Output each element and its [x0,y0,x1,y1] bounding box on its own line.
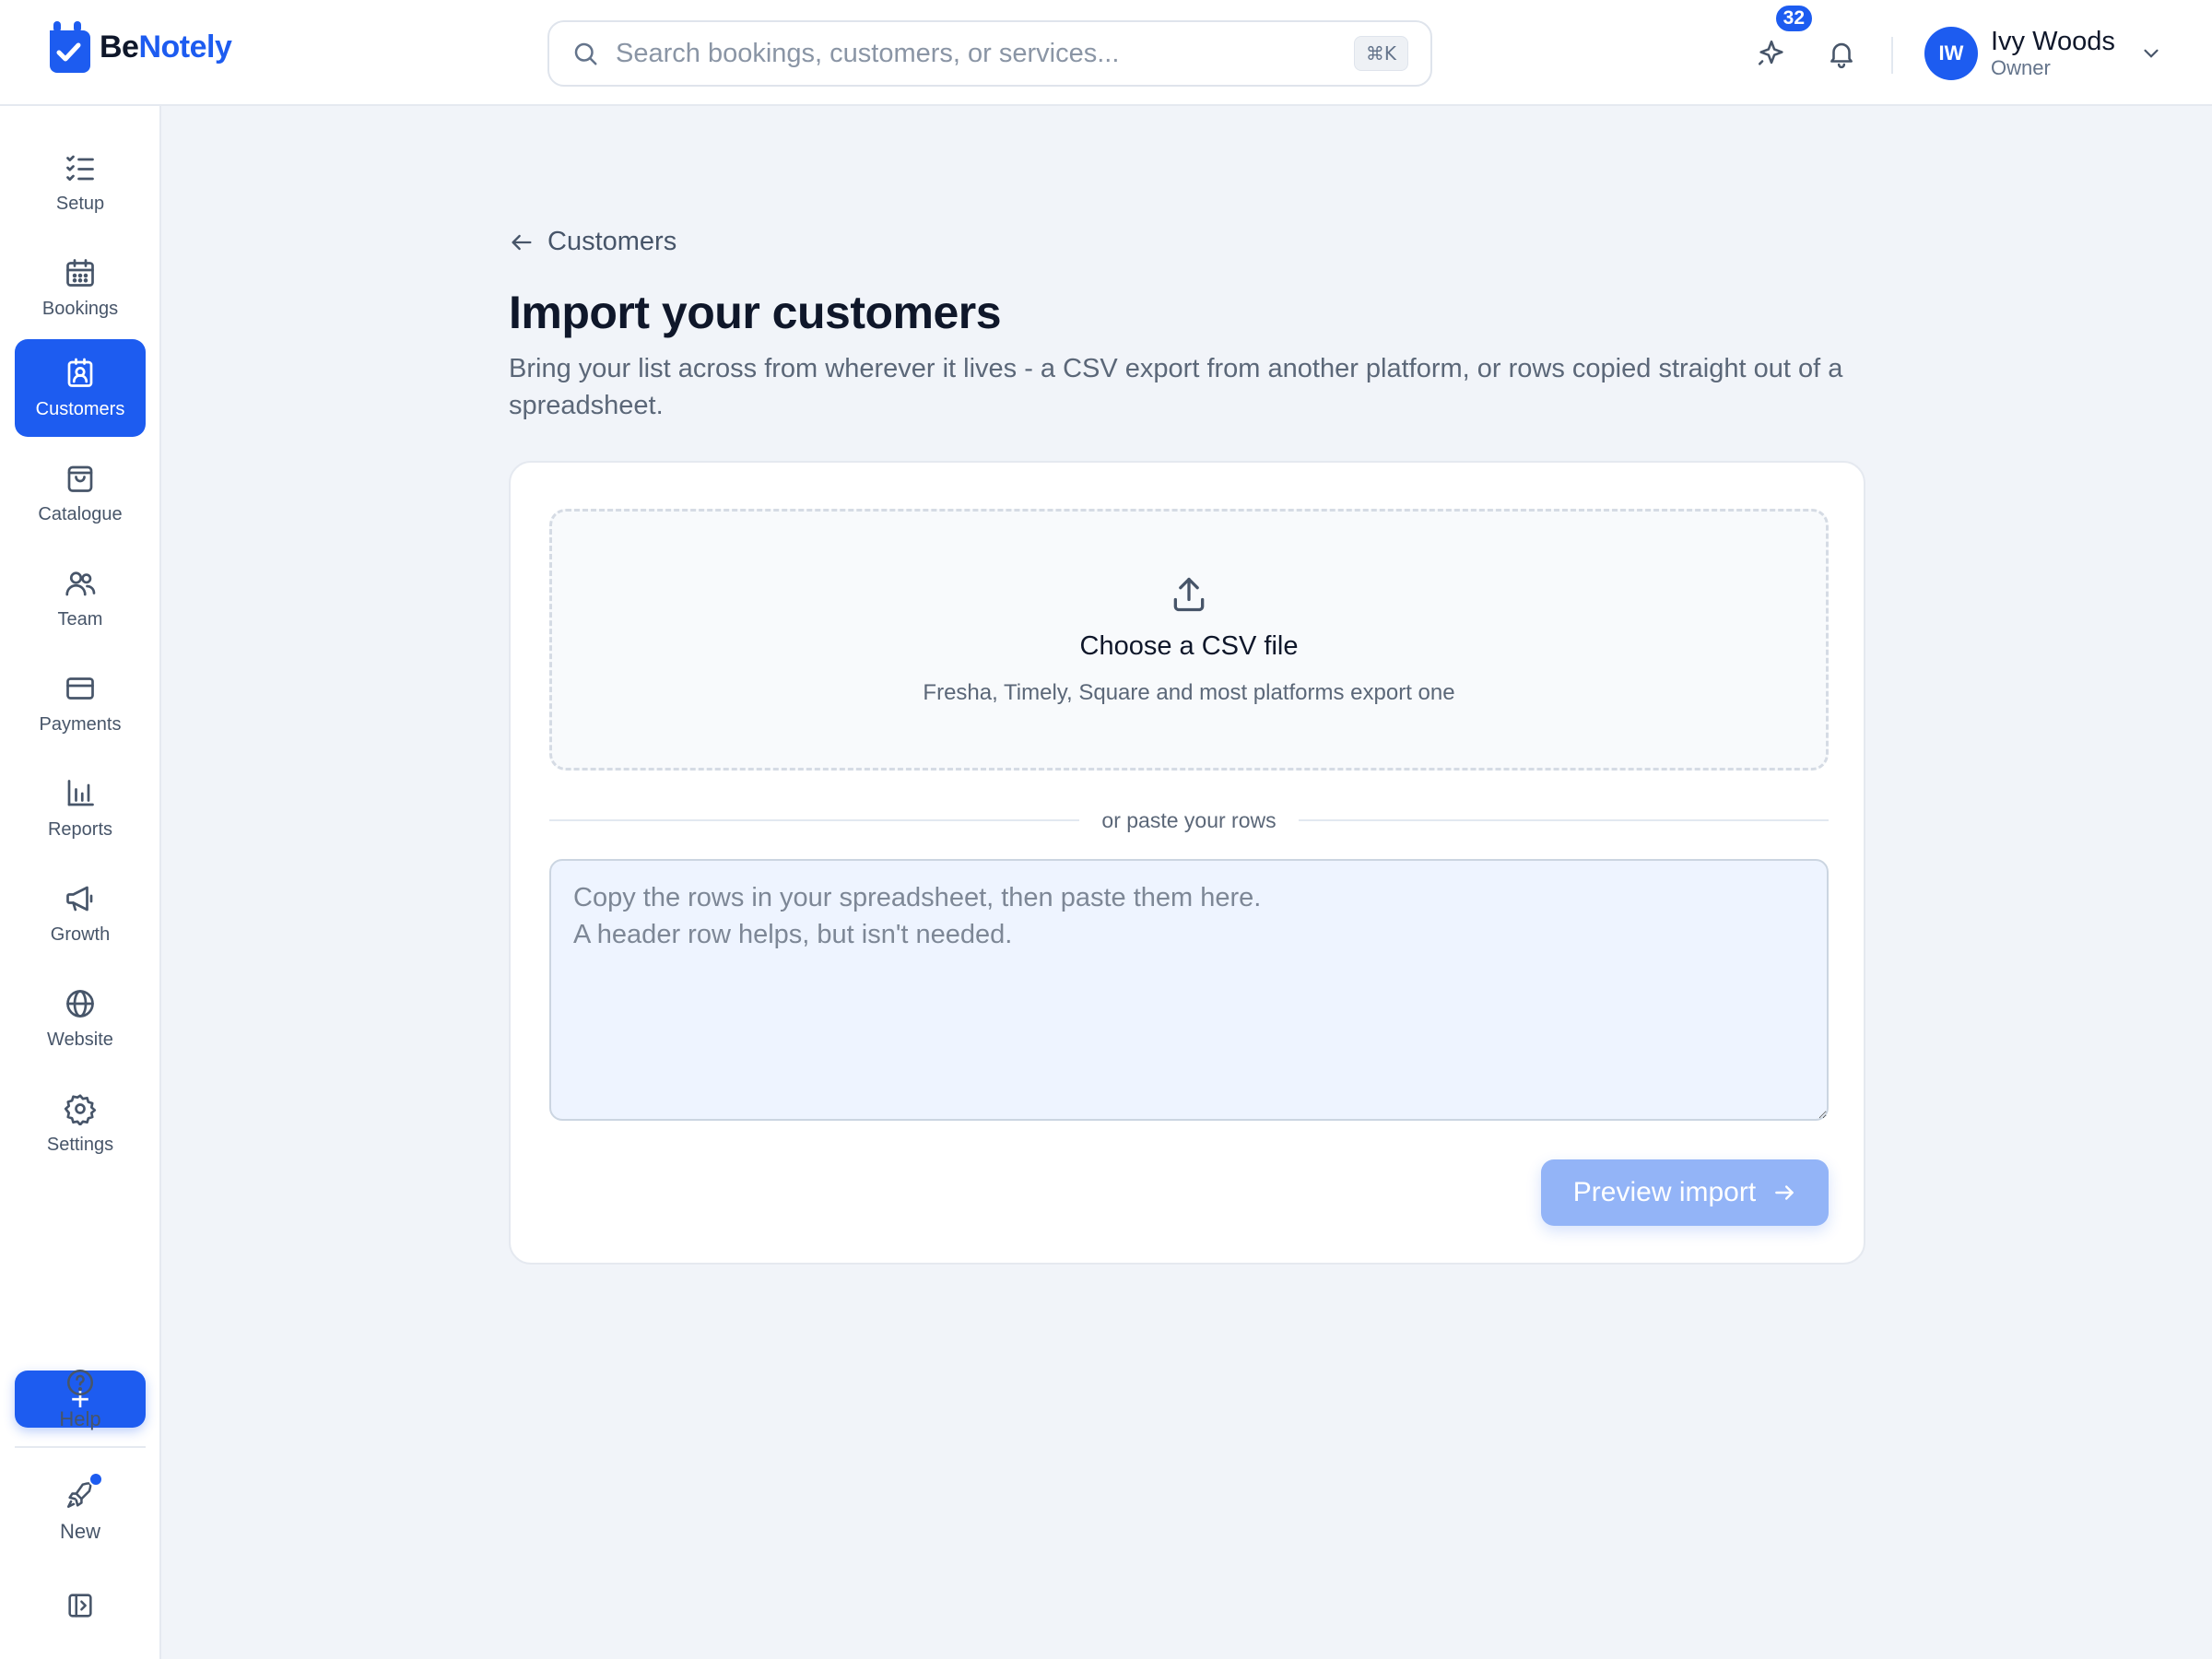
sidebar-item-reports[interactable]: Reports [15,759,146,857]
sidebar-item-setup[interactable]: Setup [15,134,146,231]
search-shortcut-hint: ⌘K [1353,36,1408,71]
logo-icon [50,21,90,73]
sidebar-item-team[interactable]: Team [15,549,146,647]
chevron-down-icon [2144,49,2159,58]
sidebar-item-settings[interactable]: Settings [15,1075,146,1172]
whats-new-count-badge: 32 [1773,4,1814,33]
sidebar-item-growth[interactable]: Growth [15,865,146,962]
sidebar-item-label: Settings [46,1134,114,1155]
sidebar-item-label: Reports [47,818,113,840]
users-icon [65,571,96,595]
sidebar-item-label: Team [57,608,103,629]
sidebar-item-website[interactable]: Website [15,970,146,1067]
user-menu[interactable]: IW Ivy Woods Owner [1924,26,2163,81]
bell-icon [1830,42,1853,69]
user-role: Owner [1991,56,2051,79]
global-search[interactable]: ⌘K [547,20,1432,87]
upload-icon [1173,577,1205,611]
contact-card-icon [67,358,93,387]
notifications-button[interactable] [1819,31,1864,76]
checklist-icon [66,155,94,181]
preview-import-button[interactable]: Preview import [1541,1159,1829,1226]
dropzone-subtitle: Fresha, Timely, Square and most platform… [923,679,1455,705]
help-label: Help [59,1407,101,1430]
new-indicator-dot [88,1472,103,1487]
sidebar-item-label: Website [47,1029,113,1050]
divider-label: or paste your rows [1101,807,1277,832]
or-divider: or paste your rows [549,802,1830,839]
page-subtitle: Bring your list across from wherever it … [509,354,1843,420]
help-circle-icon [66,1369,94,1396]
dropzone-title: Choose a CSV file [1079,630,1299,661]
search-input[interactable] [616,38,1354,69]
sidebar: Setup Bookings Customers Catalogue Team [0,106,161,1659]
sidebar-divider [15,1446,146,1448]
top-bar: BeNotely ⌘K 32 IW Ivy Woods Owner [0,0,2212,106]
sidebar-item-label: Payments [39,713,122,735]
whats-new-button[interactable]: 32 [1749,4,1814,76]
sidebar-item-catalogue[interactable]: Catalogue [15,444,146,542]
new-label: New [59,1520,100,1543]
collapse-sidebar-button[interactable] [15,1590,146,1621]
search-icon [574,42,597,65]
preview-import-label: Preview import [1572,1177,1757,1207]
brand-logo[interactable]: BeNotely [46,18,232,76]
shopping-bag-icon [67,465,93,492]
user-name: Ivy Woods [1991,27,2115,56]
paste-rows-textarea[interactable] [549,859,1829,1121]
help-button[interactable]: Help [15,1367,146,1431]
whats-new-sidebar-button[interactable]: New [15,1472,146,1544]
avatar: IW [1924,27,1978,80]
arrow-right-icon [1775,1185,1794,1200]
csv-dropzone[interactable]: Choose a CSV file Fresha, Timely, Square… [549,509,1829,771]
sidebar-item-payments[interactable]: Payments [15,654,146,752]
sidebar-item-label: Customers [35,398,125,419]
sidebar-item-label: Growth [50,924,111,945]
gear-icon [64,1093,97,1125]
back-link-label: Customers [547,227,677,256]
sparkle-rocket-icon [1758,40,1783,65]
sidebar-item-label: Setup [55,193,105,214]
globe-icon [66,989,94,1018]
calendar-icon [66,258,94,287]
sidebar-item-bookings[interactable]: Bookings [15,239,146,336]
back-to-customers-link[interactable]: Customers [509,227,677,257]
arrow-left-icon [512,234,532,250]
import-card: Choose a CSV file Fresha, Timely, Square… [509,461,1865,1265]
brand-name: BeNotely [100,29,232,65]
credit-card-icon [66,677,94,700]
sidebar-item-label: Catalogue [38,503,123,524]
sidebar-item-customers[interactable]: Customers [15,339,146,437]
page-title: Import your customers [509,287,1002,338]
sidebar-collapse-icon [68,1594,92,1618]
bar-chart-icon [67,779,94,806]
header-divider [1891,37,1893,74]
sidebar-item-label: Bookings [41,298,119,319]
megaphone-icon [66,886,93,911]
